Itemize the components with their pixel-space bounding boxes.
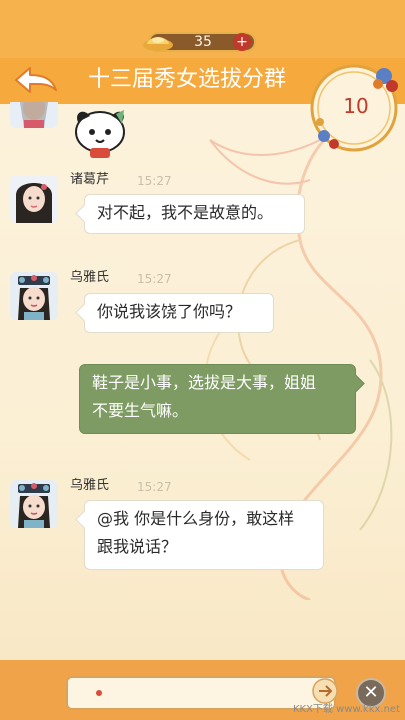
input-cursor-dot xyxy=(96,690,102,696)
message-text-line: 鞋子是小事，选拔是大事，姐姐 xyxy=(92,373,317,392)
avatar[interactable] xyxy=(10,102,58,128)
sender-name: 乌雅氏 xyxy=(70,478,110,493)
message-text: 对不起，我不是故意的。 xyxy=(97,203,274,222)
avatar-portrait-icon xyxy=(10,102,58,128)
sender-name: 乌雅氏 xyxy=(70,270,110,285)
message-text-line: @我 你是什么身份，敢这样 xyxy=(97,509,295,528)
message-bubble: @我 你是什么身份，敢这样 跟我说话？ xyxy=(84,500,324,570)
countdown-value: 10 xyxy=(343,94,369,118)
page-title: 十三届秀女选拔分群 xyxy=(88,67,287,92)
message-text: 你说我该饶了你吗？ xyxy=(97,302,242,321)
coin-count: 35 xyxy=(194,34,212,50)
cat-sticker-icon xyxy=(75,110,125,158)
avatar[interactable] xyxy=(10,480,58,528)
message-text-line: 跟我说话？ xyxy=(97,537,178,556)
watermark: KKX下载 www.kkx.net xyxy=(292,704,400,715)
gold-ingot-icon xyxy=(143,37,173,51)
own-message-bubble: 鞋子是小事，选拔是大事，姐姐 不要生气嘛。 xyxy=(79,364,356,434)
message-time: 15:27 xyxy=(137,480,172,494)
add-coins-button[interactable]: + xyxy=(233,33,251,51)
sender-name: 诸葛芹 xyxy=(70,172,110,187)
back-arrow-icon[interactable] xyxy=(12,64,60,96)
avatar[interactable] xyxy=(10,175,58,223)
message-text-line: 不要生气嘛。 xyxy=(92,401,189,420)
message-time: 15:27 xyxy=(137,272,172,286)
avatar-portrait-icon xyxy=(10,272,58,320)
message-bubble: 你说我该饶了你吗？ xyxy=(84,293,274,333)
avatar-portrait-icon xyxy=(10,480,58,528)
avatar-portrait-icon xyxy=(10,175,58,223)
message-time: 15:27 xyxy=(137,174,172,188)
message-bubble: 对不起，我不是故意的。 xyxy=(84,194,305,234)
avatar[interactable] xyxy=(10,272,58,320)
